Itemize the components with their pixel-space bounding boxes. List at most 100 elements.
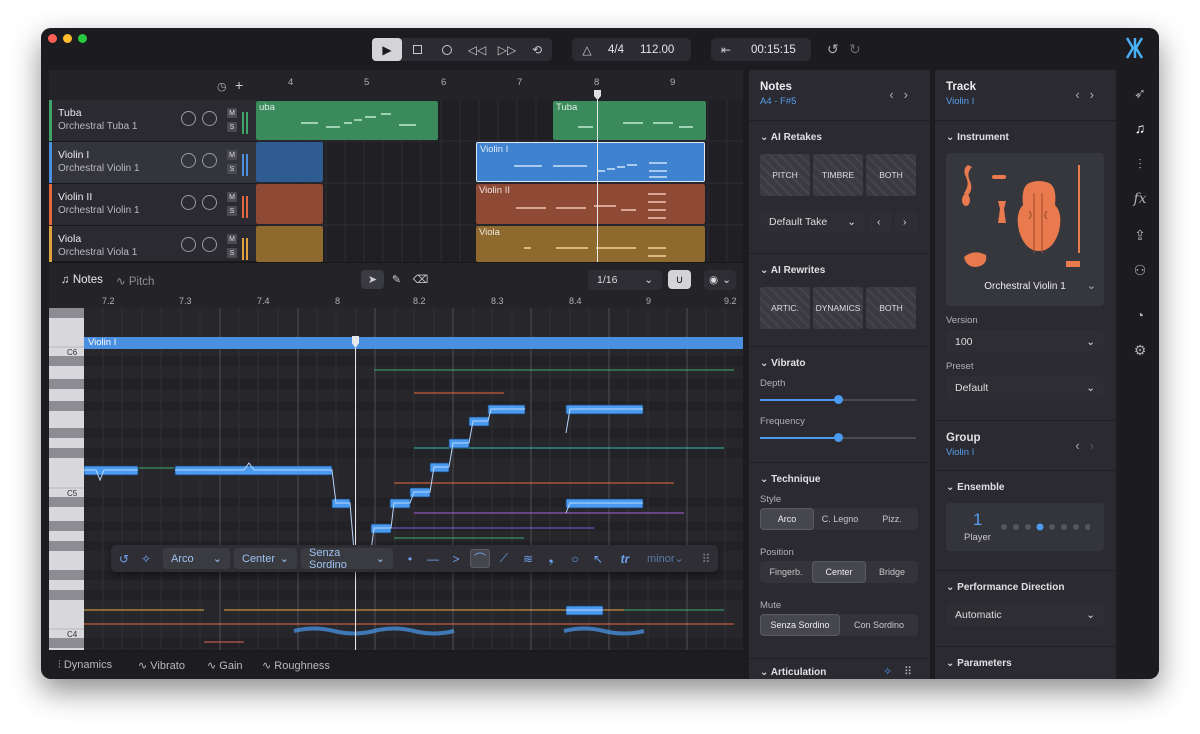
sidebar-fx-button[interactable]: fx [1130,189,1150,209]
playhead-marker[interactable] [594,90,601,100]
section-title[interactable]: ⌄ AI Rewrites [760,265,825,276]
clip-violin-i-2[interactable]: Violin I [476,142,705,182]
grid-view-button[interactable]: ⠿ [904,665,912,678]
volume-knob[interactable] [181,153,196,168]
bow-button[interactable]: ❟ [541,549,561,568]
version-select[interactable]: 100 ⌄ [946,330,1104,353]
pan-knob[interactable] [202,111,217,126]
tab-roughness[interactable]: ∿ Roughness [262,659,330,672]
group-navigation[interactable]: ‹› [1075,438,1104,453]
player-dots[interactable] [1000,522,1090,532]
rewrite-both-button[interactable]: BOTH [866,287,916,329]
pan-knob[interactable] [202,237,217,252]
style-option-pizz[interactable]: Pizz. [866,508,918,530]
tenuto-button[interactable]: — [423,549,443,568]
solo-button[interactable]: S [227,164,237,174]
sidebar-ai-button[interactable]: ⚇ [1130,260,1150,280]
section-title[interactable]: ⌄ Vibrato [760,358,805,369]
volume-knob[interactable] [181,195,196,210]
slider-thumb[interactable] [834,433,843,442]
select-tool-button[interactable]: ➤ [361,270,384,289]
play-button[interactable]: ▶ [372,38,402,61]
record-button[interactable] [432,38,462,61]
view-options-button[interactable]: ◉ ⌄ [704,270,736,290]
tab-notes[interactable]: ♫ Notes [61,274,103,286]
forward-button[interactable]: ▷▷ [492,38,522,61]
track-navigation[interactable]: ‹› [1075,87,1104,102]
track-header-viola[interactable]: Viola Orchestral Viola 1 M S [49,226,256,262]
mute-option-senza[interactable]: Senza Sordino [760,614,840,636]
redo-button[interactable]: ↻ [849,41,861,58]
pan-knob[interactable] [202,153,217,168]
glissando-button[interactable]: ⟋ [494,549,514,568]
region-bar[interactable]: Violin I [84,337,743,349]
clip-violin-i-1[interactable] [256,142,323,182]
section-title[interactable]: ⌄ Ensemble [946,482,1004,493]
return-to-start-button[interactable]: ⇤ [711,38,741,61]
time-signature[interactable]: 4/4 [602,44,630,56]
ensemble-card[interactable]: 1 Player [946,503,1104,551]
undo-button[interactable]: ↺ [827,41,839,58]
sidebar-rocket-button[interactable]: ➶ [1130,83,1150,103]
section-title[interactable]: ⌄ Performance Direction [946,582,1064,593]
take-select[interactable]: Default Take ⌄ [760,211,865,233]
next-take-button[interactable]: › [895,211,918,233]
retake-both-button[interactable]: BOTH [866,154,916,196]
style-option-arco[interactable]: Arco [760,508,814,530]
piano-keyboard[interactable]: C6 C5 C4 [49,308,84,650]
clip-viola-2[interactable]: Viola [476,226,705,262]
solo-button[interactable]: S [227,122,237,132]
history-icon[interactable]: ◷ [217,80,227,93]
section-title[interactable]: ⌄ Articulation [760,667,826,678]
quantize-select[interactable]: 1/16 ⌄ [588,270,662,290]
position-option-bridge[interactable]: Bridge [866,561,918,583]
tab-gain[interactable]: ∿ Gain [207,659,243,672]
volume-knob[interactable] [181,237,196,252]
sidebar-performance-button[interactable]: ◔ [1130,305,1150,325]
piano-roll-grid[interactable]: Violin I [84,308,743,650]
section-title[interactable]: ⌄ AI Retakes [760,132,822,143]
undo-retake-button[interactable]: ↺ [114,549,134,568]
metronome-button[interactable]: △ [572,38,602,61]
trill-button[interactable]: tr [615,549,635,568]
stop-button[interactable] [402,38,432,61]
volume-knob[interactable] [181,111,196,126]
clip-tuba-1[interactable]: uba [256,101,438,140]
performance-select[interactable]: Automatic ⌄ [946,603,1104,626]
sidebar-notes-button[interactable]: ♫ [1130,118,1150,138]
minimize-window-button[interactable] [63,34,72,43]
style-option-col-legno[interactable]: C. Legno [814,508,866,530]
mute-button[interactable]: M [227,192,237,202]
position-option-center[interactable]: Center [812,561,866,583]
tab-dynamics[interactable]: ⫶ Dynamics [58,659,112,672]
section-title[interactable]: ⌄ Parameters [946,658,1012,669]
depth-slider[interactable] [760,395,916,404]
note-navigation[interactable]: ‹› [889,87,918,102]
pencil-tool-button[interactable]: ✎ [385,270,408,289]
slider-thumb[interactable] [834,395,843,404]
instrument-card[interactable]: Orchestral Violin 1 ⌄ [946,153,1104,306]
clip-violin-ii-1[interactable] [256,184,323,224]
mute-button[interactable]: M [227,150,237,160]
mute-button[interactable]: M [227,108,237,118]
frequency-slider[interactable] [760,433,916,442]
add-track-button[interactable]: + [235,77,243,93]
mute-select[interactable]: Senza Sordino ⌄ [301,547,393,571]
sidebar-mixer-button[interactable]: ⫶ [1130,154,1150,174]
legato-button[interactable]: ⌒ [470,549,490,568]
mute-option-con[interactable]: Con Sordino [840,614,918,636]
clip-viola-1[interactable] [256,226,323,262]
ai-magic-button[interactable]: ✧ [136,549,156,568]
clip-tuba-2[interactable]: Tuba [553,101,706,140]
solo-button[interactable]: S [227,248,237,258]
editor-ruler[interactable]: 7.2 7.3 7.4 8 8.2 8.3 8.4 9 9.2 [49,296,743,308]
harmonic-button[interactable]: ○ [565,549,585,568]
staccato-button[interactable]: • [400,549,420,568]
snap-button[interactable]: ∪ [668,270,691,289]
pan-knob[interactable] [202,195,217,210]
style-select[interactable]: Arco ⌄ [163,548,230,569]
mute-button[interactable]: M [227,234,237,244]
section-title[interactable]: ⌄ Instrument [946,132,1009,143]
rewrite-artic-button[interactable]: ARTIC. [760,287,810,329]
position-select[interactable]: Center ⌄ [234,548,297,569]
